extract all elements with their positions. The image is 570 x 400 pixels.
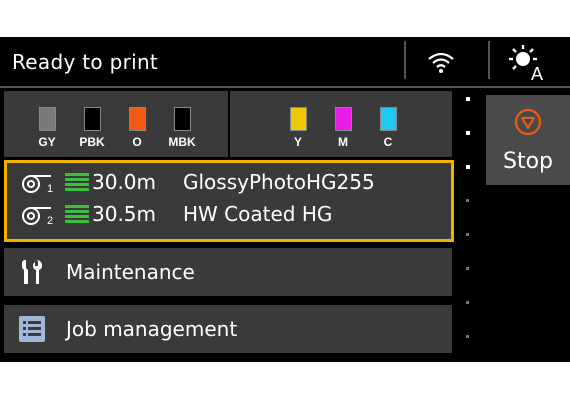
roll-number: 1 <box>47 183 53 195</box>
ink-swatch <box>289 107 307 131</box>
maintenance-button[interactable]: Maintenance <box>4 248 452 296</box>
media-row-roll-2: 2 30.5m HW Coated HG <box>21 201 441 231</box>
ink-label: C <box>383 135 393 149</box>
ink-swatch <box>128 107 146 131</box>
menu-label: Maintenance <box>66 260 195 284</box>
ink-label: MBK <box>168 135 196 149</box>
roll-number: 2 <box>47 215 53 227</box>
divider <box>0 86 570 88</box>
media-name: GlossyPhotoHG255 <box>183 170 375 194</box>
media-length: 30.0m <box>92 170 157 194</box>
ink-label: Y <box>293 135 302 149</box>
media-length: 30.5m <box>92 202 157 226</box>
media-name: HW Coated HG <box>183 202 333 226</box>
roll-paper-icon: 2 <box>22 207 53 227</box>
ink-levels-panel[interactable]: GY PBK O MBK Y M C <box>4 91 452 157</box>
divider <box>488 41 490 79</box>
ink-label: O <box>132 135 142 149</box>
job-management-button[interactable]: Job management <box>4 305 452 353</box>
media-info-panel[interactable]: 1 30.0m GlossyPhotoHG255 2 30.5m HW Coat… <box>4 160 454 242</box>
remaining-level-bars <box>65 173 89 195</box>
ink-swatch <box>173 107 191 131</box>
ink-label: PBK <box>79 135 105 149</box>
ink-swatch <box>379 107 397 131</box>
ink-m: M <box>327 107 359 149</box>
ink-o: O <box>121 107 153 149</box>
menu-label: Job management <box>66 317 238 341</box>
roll-paper-icon: 1 <box>22 175 53 195</box>
ink-label: GY <box>38 135 56 149</box>
status-bar: Ready to print A <box>0 37 570 86</box>
list-icon <box>19 316 45 342</box>
ink-swatch <box>334 107 352 131</box>
ink-swatch <box>38 107 56 131</box>
ink-c: C <box>372 107 404 149</box>
ink-group-divider <box>228 91 230 157</box>
divider <box>404 41 406 79</box>
wifi-icon[interactable] <box>426 50 456 76</box>
remaining-level-bars <box>65 205 89 227</box>
stop-icon <box>514 108 542 136</box>
ink-y: Y <box>282 107 314 149</box>
ink-label: M <box>338 135 348 149</box>
display-settings-icon[interactable]: A <box>505 44 551 82</box>
stop-label: Stop <box>502 149 553 174</box>
tools-icon <box>22 260 42 284</box>
svg-text:A: A <box>531 64 543 82</box>
ink-gy: GY <box>31 107 63 149</box>
ink-swatch <box>83 107 101 131</box>
printer-control-panel: Ready to print A GY PBK O MBK Y M C 1 30… <box>0 37 570 362</box>
ink-mbk: MBK <box>166 107 198 149</box>
ink-pbk: PBK <box>76 107 108 149</box>
media-row-roll-1: 1 30.0m GlossyPhotoHG255 <box>21 169 441 199</box>
stop-button[interactable]: Stop <box>486 95 570 185</box>
scroll-indicator <box>464 97 472 365</box>
status-text: Ready to print <box>12 50 159 74</box>
